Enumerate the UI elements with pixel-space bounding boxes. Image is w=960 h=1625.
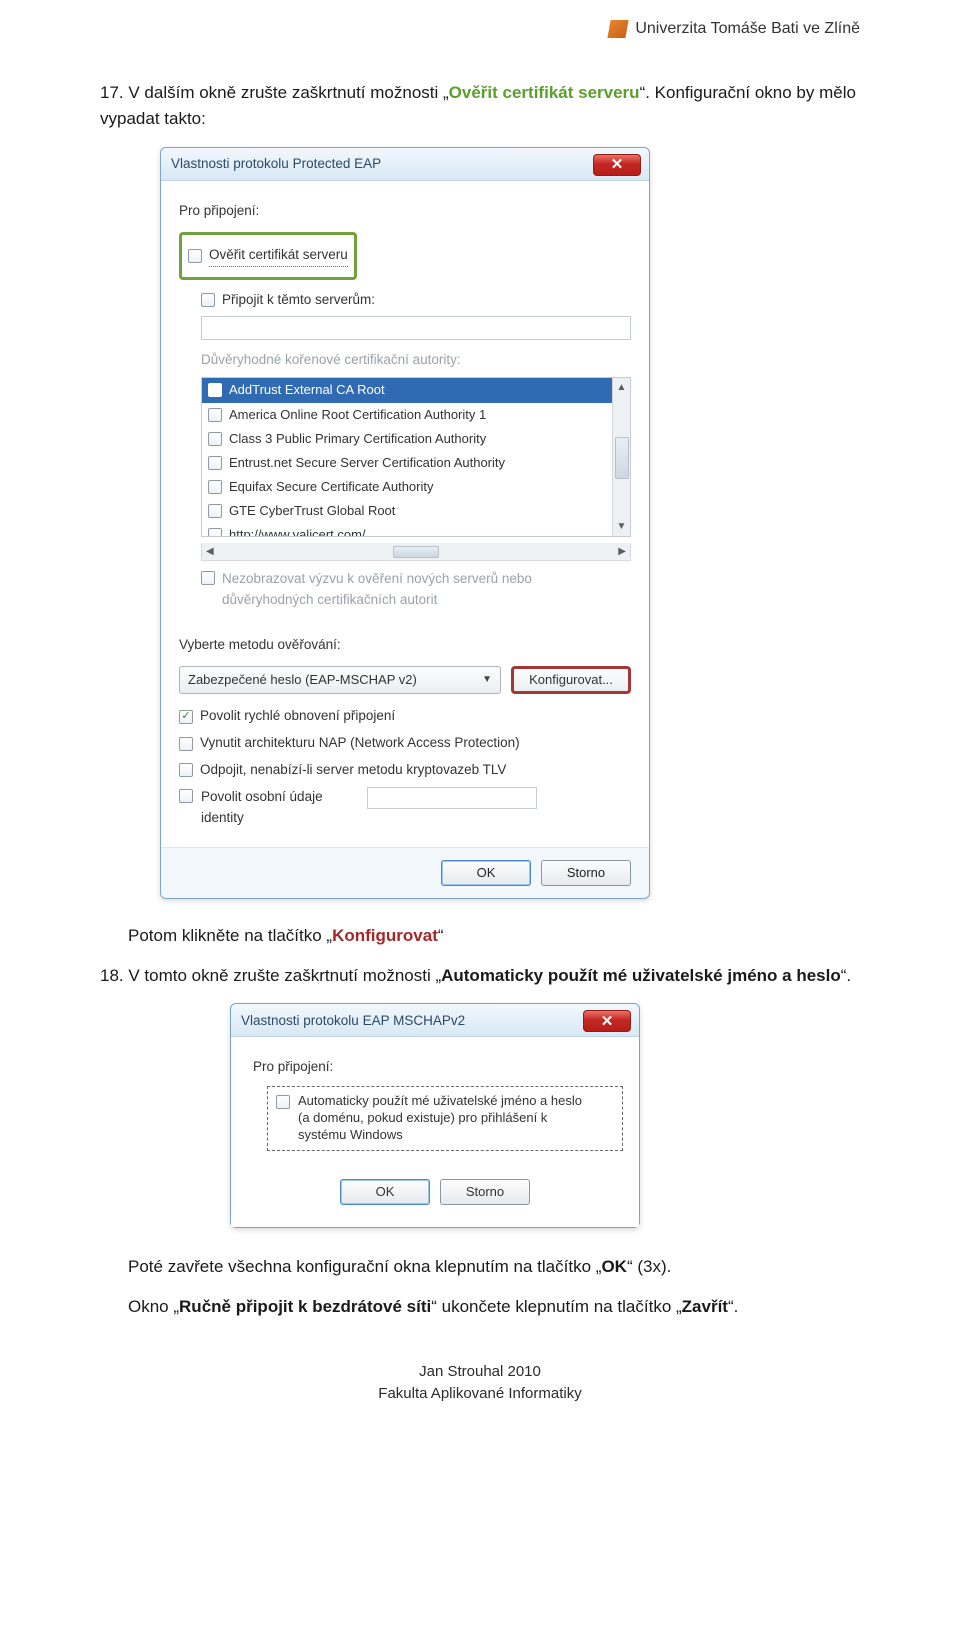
- ca-checkbox[interactable]: [208, 456, 222, 470]
- ca-label: Class 3 Public Primary Certification Aut…: [229, 429, 486, 449]
- close-icon: ✕: [601, 1014, 614, 1029]
- verify-cert-checkbox[interactable]: [188, 249, 202, 263]
- connect-servers-label: Připojit k těmto serverům:: [222, 290, 375, 311]
- dialog-title: Vlastnosti protokolu Protected EAP: [171, 154, 381, 175]
- scroll-up-icon[interactable]: ▲: [617, 378, 627, 398]
- step-18: 18. V tomto okně zrušte zaškrtnutí možno…: [100, 963, 860, 989]
- scroll-right-icon[interactable]: ▶: [618, 544, 626, 560]
- dlg2-for-label: Pro připojení:: [253, 1057, 623, 1078]
- nap-checkbox[interactable]: [179, 737, 193, 751]
- dialog-titlebar[interactable]: Vlastnosti protokolu Protected EAP ✕: [161, 148, 649, 181]
- ca-label: GTE CyberTrust Global Root: [229, 501, 395, 521]
- step18-text-a: V tomto okně zrušte zaškrtnutí možnosti …: [128, 966, 441, 985]
- identity-input[interactable]: [367, 787, 537, 809]
- ca-checkbox[interactable]: [208, 383, 222, 397]
- auto-credentials-checkbox[interactable]: [276, 1095, 290, 1109]
- scroll-left-icon[interactable]: ◀: [206, 544, 214, 560]
- step18-text-b: “.: [841, 966, 851, 985]
- auto-credentials-box: Automaticky použít mé uživatelské jméno …: [267, 1086, 623, 1151]
- dialog2-titlebar[interactable]: Vlastnosti protokolu EAP MSCHAPv2 ✕: [231, 1004, 639, 1037]
- step18-num: 18.: [100, 966, 124, 985]
- verify-cert-label: Ověřit certifikát serveru: [209, 245, 348, 267]
- dialog2-title: Vlastnosti protokolu EAP MSCHAPv2: [241, 1011, 465, 1032]
- ok-button[interactable]: OK: [340, 1179, 430, 1205]
- trusted-ca-label: Důvěryhodné kořenové certifikační autori…: [201, 350, 631, 371]
- auto-credentials-label: Automaticky použít mé uživatelské jméno …: [298, 1093, 582, 1144]
- ca-item[interactable]: http://www.valicert.com/: [202, 523, 612, 536]
- ca-label: Entrust.net Secure Server Certification …: [229, 453, 505, 473]
- ca-listbox[interactable]: AddTrust External CA Root America Online…: [201, 377, 631, 537]
- ca-label: http://www.valicert.com/: [229, 525, 366, 536]
- after-dialog1-text: Potom klikněte na tlačítko „Konfigurovat…: [128, 923, 860, 949]
- close-button[interactable]: ✕: [593, 154, 641, 176]
- ca-item[interactable]: AddTrust External CA Root: [202, 378, 612, 402]
- auth-method-dropdown[interactable]: Zabezpečené heslo (EAP-MSCHAP v2) ▼: [179, 666, 501, 694]
- auth-method-value: Zabezpečené heslo (EAP-MSCHAP v2): [188, 670, 417, 690]
- step17-green: Ověřit certifikát serveru: [449, 83, 640, 102]
- ca-checkbox[interactable]: [208, 528, 222, 536]
- identity-checkbox[interactable]: [179, 789, 193, 803]
- page-footer: Jan Strouhal 2010 Fakulta Aplikované Inf…: [100, 1361, 860, 1406]
- cancel-button[interactable]: Storno: [541, 860, 631, 886]
- noprompt-label: Nezobrazovat výzvu k ověření nových serv…: [222, 569, 582, 611]
- ok-button[interactable]: OK: [441, 860, 531, 886]
- closing-text-1: Poté zavřete všechna konfigurační okna k…: [128, 1254, 860, 1280]
- identity-label: Povolit osobní údaje identity: [201, 787, 341, 829]
- fast-reconnect-checkbox[interactable]: [179, 710, 193, 724]
- cancel-button[interactable]: Storno: [440, 1179, 530, 1205]
- ca-checkbox[interactable]: [208, 408, 222, 422]
- scroll-down-icon[interactable]: ▼: [617, 517, 627, 537]
- ca-item[interactable]: Entrust.net Secure Server Certification …: [202, 451, 612, 475]
- noprompt-checkbox[interactable]: [201, 571, 215, 585]
- step-17: 17. V dalším okně zrušte zaškrtnutí možn…: [100, 80, 860, 133]
- ca-label: America Online Root Certification Author…: [229, 405, 486, 425]
- tlv-label: Odpojit, nenabízí-li server metodu krypt…: [200, 760, 506, 781]
- fast-reconnect-label: Povolit rychlé obnovení připojení: [200, 706, 395, 727]
- close-button[interactable]: ✕: [583, 1010, 631, 1032]
- scroll-thumb[interactable]: [615, 437, 629, 479]
- page-header: Univerzita Tomáše Bati ve Zlíně: [609, 20, 860, 38]
- university-icon: [608, 20, 629, 38]
- ca-item[interactable]: Class 3 Public Primary Certification Aut…: [202, 427, 612, 451]
- closing-text-2: Okno „Ručně připojit k bezdrátové síti“ …: [128, 1294, 860, 1320]
- step18-bold: Automaticky použít mé uživatelské jméno …: [441, 966, 841, 985]
- servers-input[interactable]: [201, 316, 631, 340]
- configure-label: Konfigurovat...: [529, 670, 613, 690]
- verify-cert-highlight: Ověřit certifikát serveru: [179, 232, 357, 280]
- university-name: Univerzita Tomáše Bati ve Zlíně: [635, 20, 860, 38]
- ca-checkbox[interactable]: [208, 432, 222, 446]
- nap-label: Vynutit architekturu NAP (Network Access…: [200, 733, 520, 754]
- for-label: Pro připojení:: [179, 201, 631, 222]
- connect-servers-checkbox[interactable]: [201, 293, 215, 307]
- vertical-scrollbar[interactable]: ▲ ▼: [612, 378, 630, 536]
- ca-item[interactable]: Equifax Secure Certificate Authority: [202, 475, 612, 499]
- close-icon: ✕: [611, 157, 624, 172]
- ca-checkbox[interactable]: [208, 480, 222, 494]
- hscroll-thumb[interactable]: [393, 546, 439, 558]
- footer-faculty: Fakulta Aplikované Informatiky: [100, 1383, 860, 1406]
- peaps-dialog: Vlastnosti protokolu Protected EAP ✕ Pro…: [160, 147, 650, 899]
- step17-text-a: V dalším okně zrušte zaškrtnutí možnosti…: [128, 83, 448, 102]
- chevron-down-icon: ▼: [482, 672, 492, 688]
- configurovat-red: Konfigurovat: [332, 926, 438, 945]
- step17-num: 17.: [100, 83, 124, 102]
- ca-label: AddTrust External CA Root: [229, 380, 385, 400]
- auth-method-label: Vyberte metodu ověřování:: [179, 635, 631, 656]
- ca-item[interactable]: America Online Root Certification Author…: [202, 403, 612, 427]
- ca-item[interactable]: GTE CyberTrust Global Root: [202, 499, 612, 523]
- horizontal-scrollbar[interactable]: ◀ ▶: [201, 543, 631, 561]
- mschap-dialog: Vlastnosti protokolu EAP MSCHAPv2 ✕ Pro …: [230, 1003, 640, 1228]
- footer-author: Jan Strouhal 2010: [100, 1361, 860, 1384]
- tlv-checkbox[interactable]: [179, 763, 193, 777]
- ca-label: Equifax Secure Certificate Authority: [229, 477, 434, 497]
- ca-checkbox[interactable]: [208, 504, 222, 518]
- configure-button[interactable]: Konfigurovat...: [511, 666, 631, 694]
